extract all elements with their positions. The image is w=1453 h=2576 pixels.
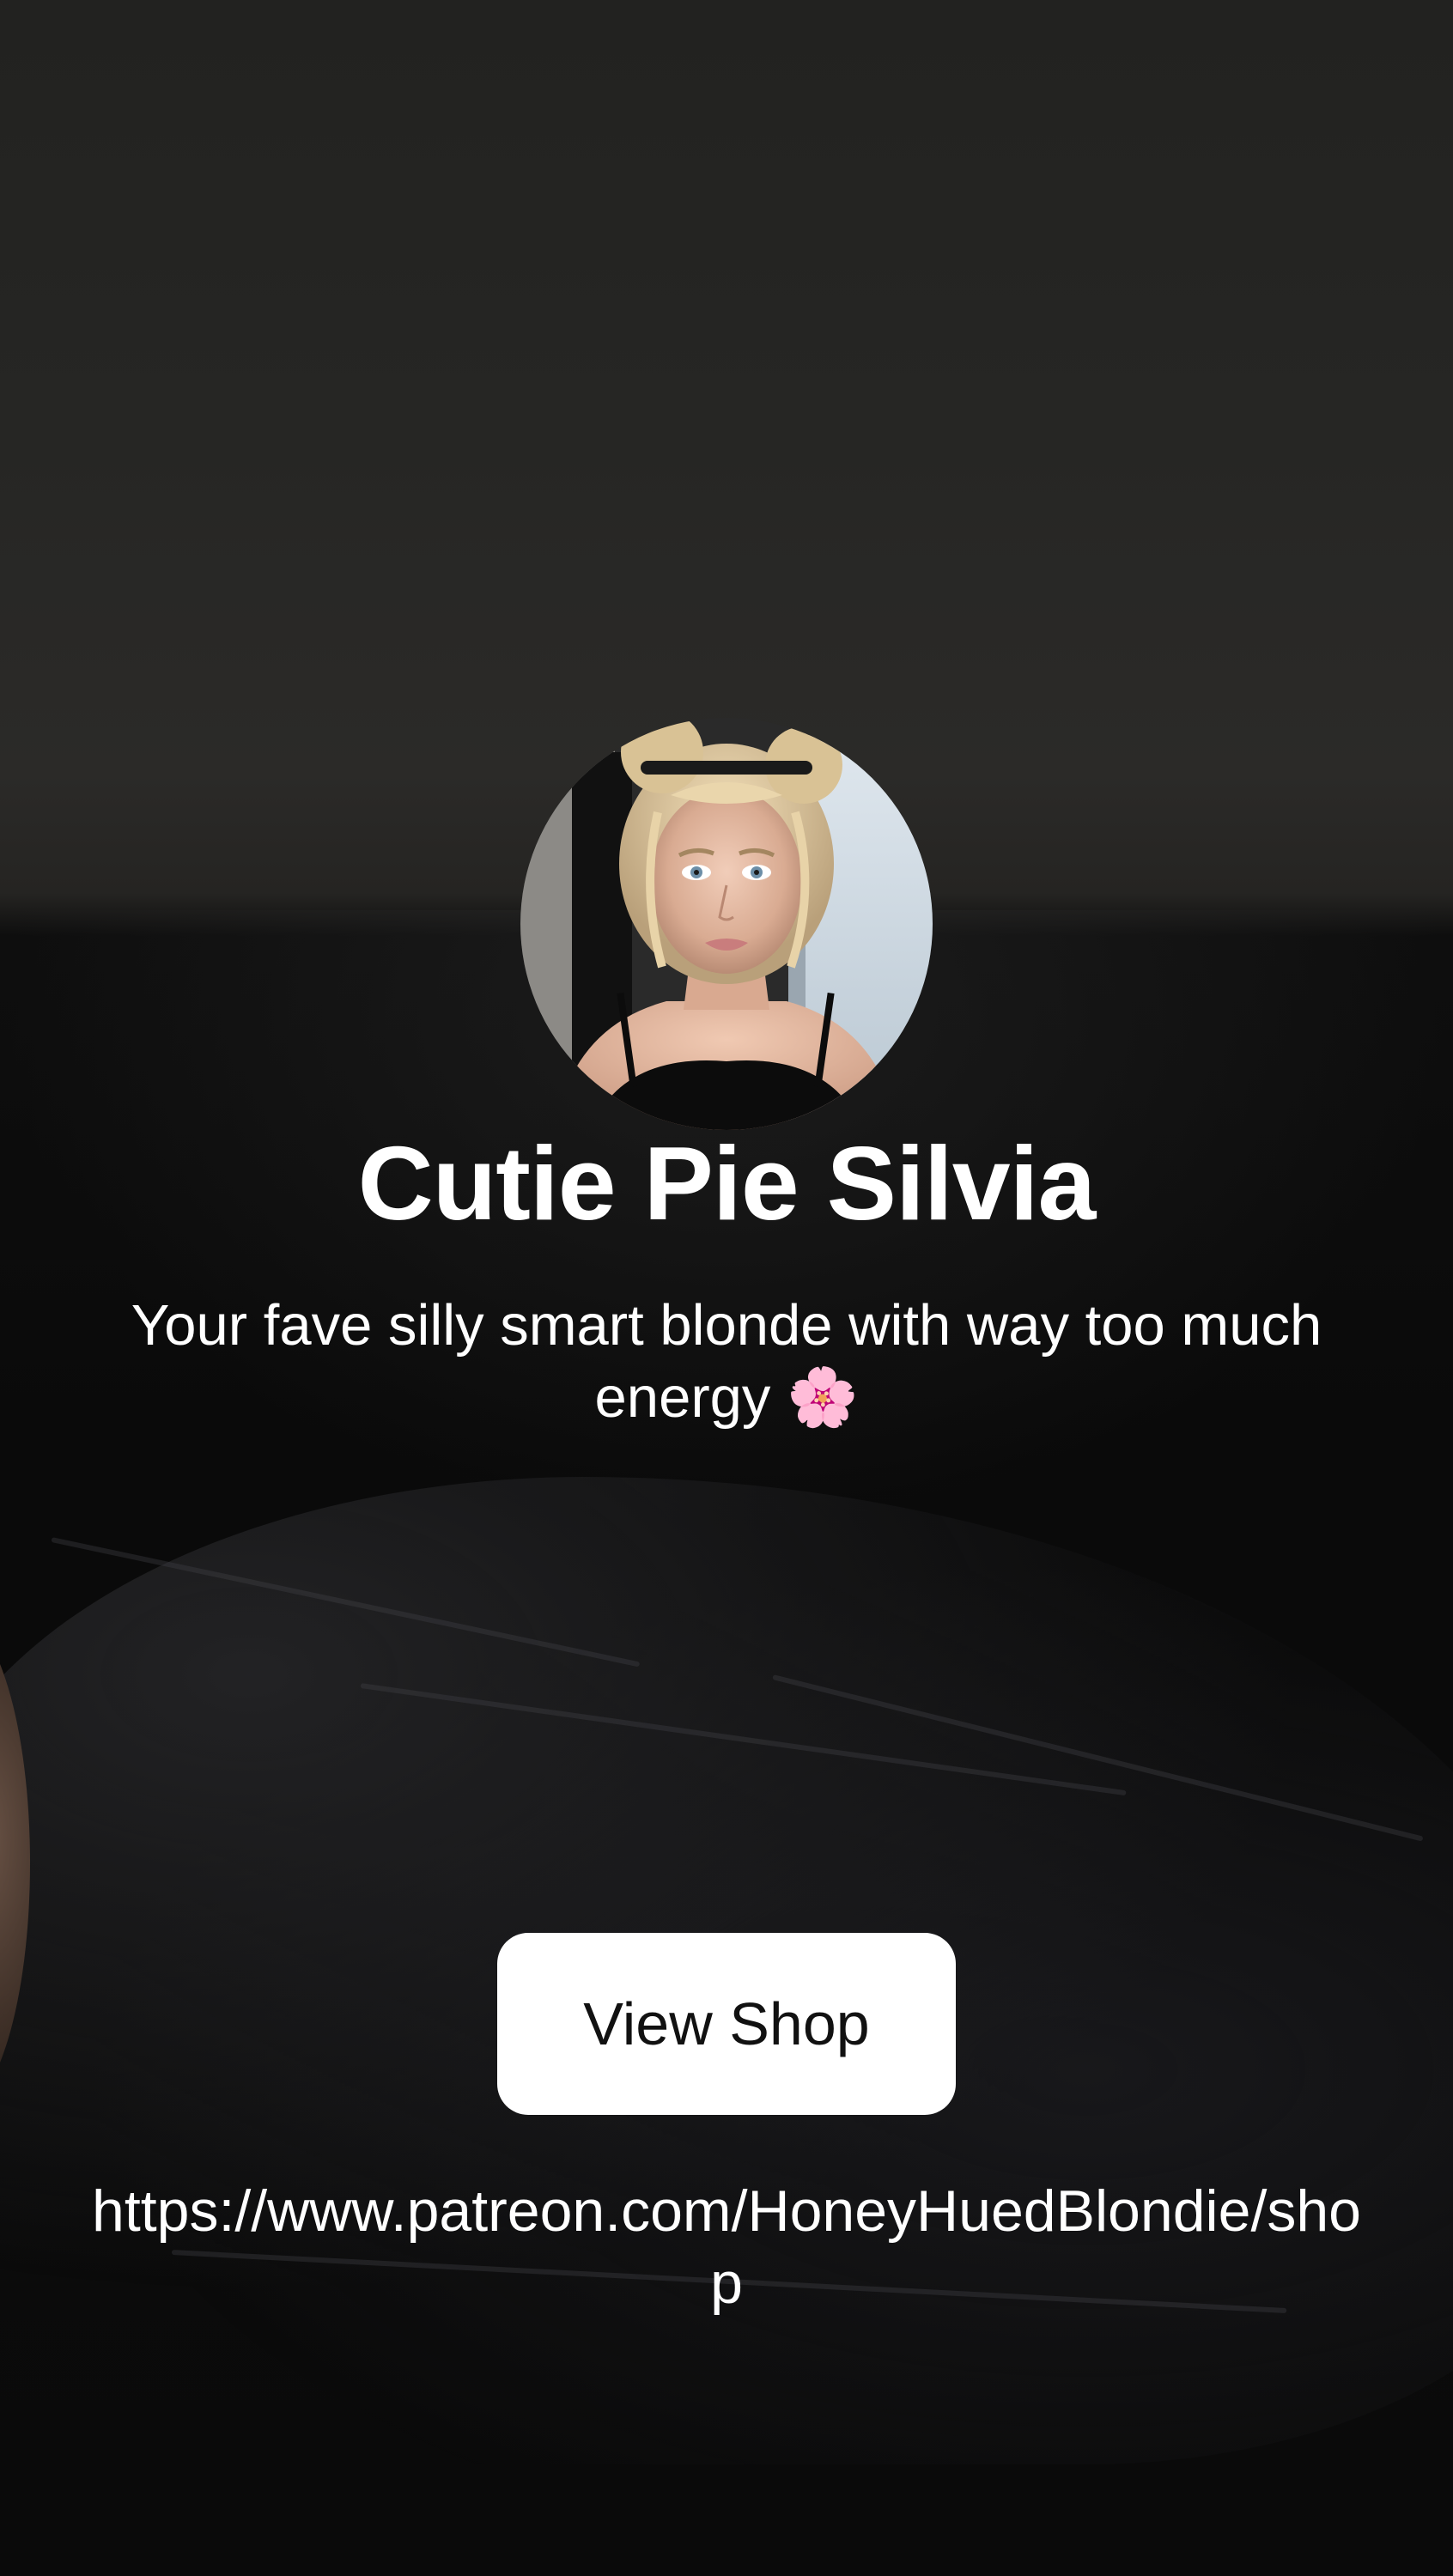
view-shop-button[interactable]: View Shop [497,1933,956,2115]
profile-page: Cutie Pie Silvia Your fave silly smart b… [0,0,1453,2576]
profile-bio: Your fave silly smart blonde with way to… [131,1293,1322,1430]
profile-name: Cutie Pie Silvia [357,1125,1097,1242]
profile-photo-icon [520,718,933,1130]
shop-url-link[interactable]: https://www.patreon.com/HoneyHuedBlondie… [77,2175,1376,2319]
avatar [520,718,933,1130]
